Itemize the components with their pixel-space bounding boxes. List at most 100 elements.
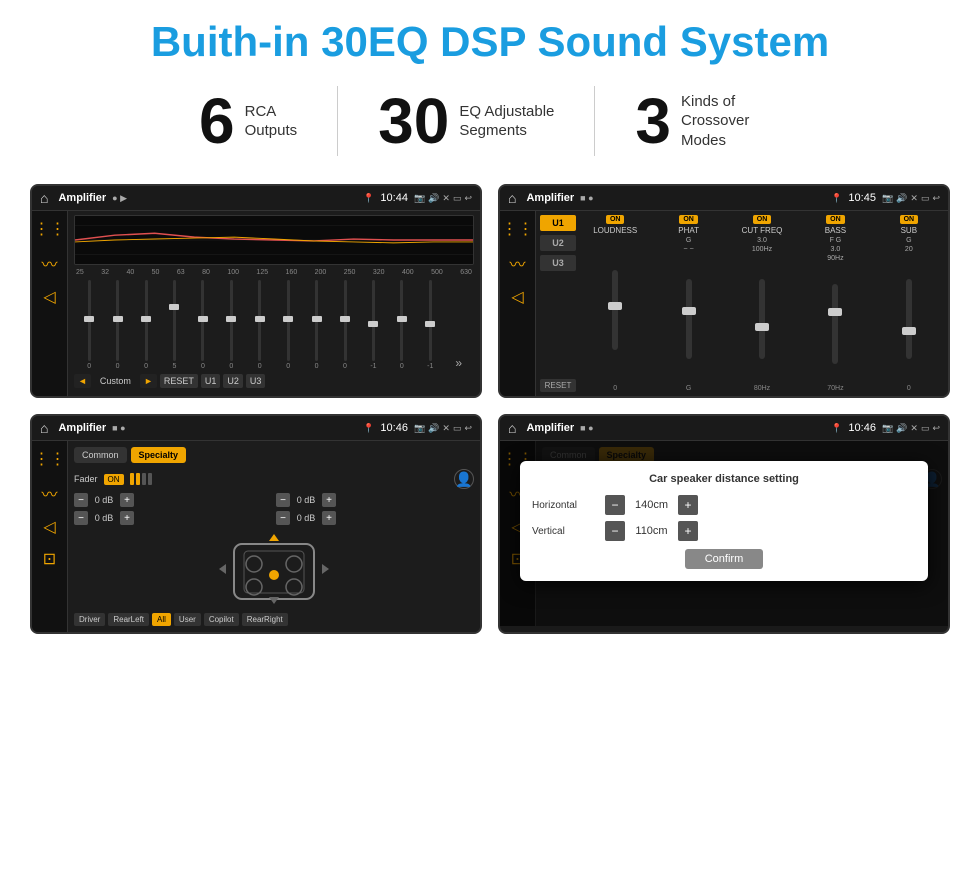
back-icon-4[interactable]: ↩ — [932, 423, 940, 434]
ch-sub: ON SUB G 20 0 — [874, 215, 944, 392]
tab-specialty[interactable]: Specialty — [131, 447, 187, 463]
horizontal-plus-btn[interactable]: + — [678, 495, 698, 515]
ch-bass: ON BASS F G 3.0 90Hz 70Hz — [800, 215, 870, 392]
screen-crossover: ⌂ Amplifier ■ ● 📍 10:45 📷 🔊 ✕ ▭ ↩ ⋮⋮ 〰 ◁ — [498, 184, 950, 398]
fader-bars — [130, 473, 152, 485]
vertical-label: Vertical — [532, 526, 597, 537]
sub-slider[interactable] — [906, 279, 912, 359]
back-icon-1[interactable]: ↩ — [464, 193, 472, 204]
cutfreq-slider[interactable] — [759, 279, 765, 359]
btn-all[interactable]: All — [152, 613, 171, 626]
eq-freq-labels: 2532 4050 6380 100125 160200 250320 4005… — [74, 269, 474, 276]
db3-plus[interactable]: + — [120, 511, 134, 525]
wave-icon-2[interactable]: 〰 — [509, 251, 525, 275]
db4-plus[interactable]: + — [322, 511, 336, 525]
eq-u3-btn[interactable]: U3 — [246, 374, 266, 388]
cutfreq-on[interactable]: ON — [753, 215, 772, 224]
db3-minus[interactable]: − — [74, 511, 88, 525]
cross-u2-btn[interactable]: U2 — [540, 235, 576, 251]
cross-u1-btn[interactable]: U1 — [540, 215, 576, 231]
slider-8[interactable]: 0 — [275, 280, 301, 370]
eq-u2-btn[interactable]: U2 — [223, 374, 243, 388]
home-icon-2[interactable]: ⌂ — [508, 190, 516, 206]
screen4-icons: 📷 🔊 ✕ ▭ ↩ — [882, 423, 940, 434]
slider-10[interactable]: 0 — [332, 280, 358, 370]
db1-value: 0 dB — [90, 495, 118, 505]
slider-5[interactable]: 0 — [190, 280, 216, 370]
stat-eq-label: EQ AdjustableSegments — [459, 102, 554, 141]
slider-4[interactable]: 5 — [161, 280, 187, 370]
slider-9[interactable]: 0 — [303, 280, 329, 370]
home-icon-4[interactable]: ⌂ — [508, 420, 516, 436]
eq-icon-2[interactable]: ⋮⋮ — [502, 219, 534, 239]
screen-fader: ⌂ Amplifier ■ ● 📍 10:46 📷 🔊 ✕ ▭ ↩ ⋮⋮ 〰 ◁… — [30, 414, 482, 634]
db1-minus[interactable]: − — [74, 493, 88, 507]
btn-rear-left[interactable]: RearLeft — [108, 613, 149, 626]
confirm-button[interactable]: Confirm — [685, 549, 764, 569]
eq-reset-btn[interactable]: RESET — [160, 374, 198, 388]
camera-icon-4: 📷 — [882, 423, 893, 434]
expand-icon[interactable]: » — [445, 280, 471, 370]
vertical-minus-btn[interactable]: − — [605, 521, 625, 541]
ch-loudness: ON LOUDNESS 0 — [580, 215, 650, 392]
loudness-value: 0 — [613, 385, 617, 392]
tab-common[interactable]: Common — [74, 447, 127, 463]
wave-icon-3[interactable]: 〰 — [41, 481, 57, 505]
screen3-title: Amplifier — [58, 422, 106, 434]
slider-11[interactable]: -1 — [360, 280, 386, 370]
slider-3[interactable]: 0 — [133, 280, 159, 370]
wave-icon[interactable]: 〰 — [41, 251, 57, 275]
eq-sliders: 0 0 0 5 0 0 0 0 0 0 -1 0 -1 » — [74, 280, 474, 370]
eq-prev-btn[interactable]: ◄ — [74, 374, 91, 388]
slider-12[interactable]: 0 — [389, 280, 415, 370]
home-icon-3[interactable]: ⌂ — [40, 420, 48, 436]
vertical-plus-btn[interactable]: + — [678, 521, 698, 541]
volume-left-icon-2[interactable]: ◁ — [511, 287, 523, 307]
horizontal-minus-btn[interactable]: − — [605, 495, 625, 515]
volume-left-icon-3[interactable]: ◁ — [43, 517, 55, 537]
screen3-sidebar: ⋮⋮ 〰 ◁ ⊡ — [32, 441, 68, 632]
volume-left-icon[interactable]: ◁ — [43, 287, 55, 307]
window-icon-3: ▭ — [453, 423, 462, 434]
eq-u1-btn[interactable]: U1 — [201, 374, 221, 388]
eq-next-btn[interactable]: ► — [140, 374, 157, 388]
slider-1[interactable]: 0 — [76, 280, 102, 370]
phat-on[interactable]: ON — [679, 215, 698, 224]
slider-7[interactable]: 0 — [247, 280, 273, 370]
screen3-time: 10:46 — [380, 422, 408, 434]
stat-rca: 6 RCAOutputs — [159, 89, 337, 153]
home-icon-1[interactable]: ⌂ — [40, 190, 48, 206]
eq-icon-3[interactable]: ⋮⋮ — [34, 449, 66, 469]
bass-on[interactable]: ON — [826, 215, 845, 224]
slider-6[interactable]: 0 — [218, 280, 244, 370]
db4-minus[interactable]: − — [276, 511, 290, 525]
eq-icon[interactable]: ⋮⋮ — [34, 219, 66, 239]
cross-u3-btn[interactable]: U3 — [540, 255, 576, 271]
btn-driver[interactable]: Driver — [74, 613, 105, 626]
sub-on[interactable]: ON — [900, 215, 919, 224]
screen3-dots: ■ ● — [112, 423, 125, 433]
btn-rear-right[interactable]: RearRight — [242, 613, 288, 626]
screen4-content: ⋮⋮ 〰 ◁ ⊡ Common Specialty Fader ON — [500, 441, 948, 626]
phat-slider[interactable] — [686, 279, 692, 359]
db2-minus[interactable]: − — [276, 493, 290, 507]
phat-label: PHAT — [678, 226, 699, 235]
back-icon-2[interactable]: ↩ — [932, 193, 940, 204]
btn-copilot[interactable]: Copilot — [204, 613, 239, 626]
fader-main: Common Specialty Fader ON 👤 — [68, 441, 480, 632]
expand-icon-3[interactable]: ⊡ — [43, 549, 56, 569]
db2-plus[interactable]: + — [322, 493, 336, 507]
slider-13[interactable]: -1 — [417, 280, 443, 370]
back-icon-3[interactable]: ↩ — [464, 423, 472, 434]
loudness-on[interactable]: ON — [606, 215, 625, 224]
screen1-sidebar: ⋮⋮ 〰 ◁ — [32, 211, 68, 396]
user-profile-icon[interactable]: 👤 — [454, 469, 474, 489]
bass-slider[interactable] — [832, 284, 838, 364]
close-icon-1: ✕ — [442, 193, 450, 204]
btn-user[interactable]: User — [174, 613, 201, 626]
slider-2[interactable]: 0 — [104, 280, 130, 370]
loudness-slider[interactable] — [612, 270, 618, 350]
db1-plus[interactable]: + — [120, 493, 134, 507]
stats-row: 6 RCAOutputs 30 EQ AdjustableSegments 3 … — [0, 78, 980, 174]
cross-reset-btn[interactable]: RESET — [540, 379, 576, 392]
